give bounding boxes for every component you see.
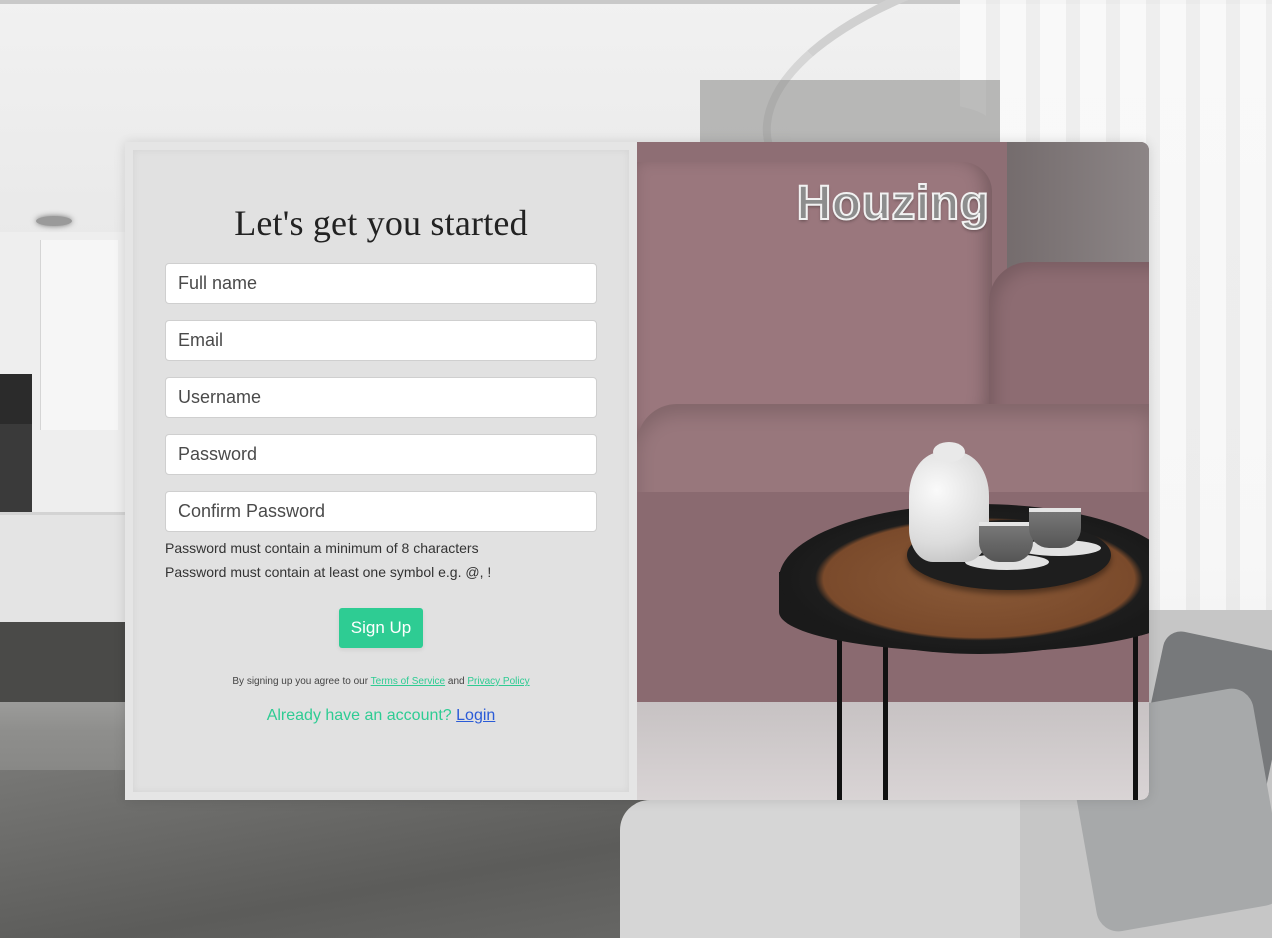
full-name-input[interactable] (165, 263, 597, 304)
hero-teapot (909, 452, 989, 562)
background-ceiling-light (36, 216, 72, 226)
confirm-password-input[interactable] (165, 491, 597, 532)
terms-prefix: By signing up you agree to our (232, 676, 369, 687)
hero-table-leg (837, 622, 842, 800)
background-counter-base (0, 622, 125, 702)
terms-notice: By signing up you agree to our Terms of … (232, 676, 529, 687)
password-input[interactable] (165, 434, 597, 475)
hero-floor-rug (637, 702, 1149, 800)
email-input[interactable] (165, 320, 597, 361)
hero-teacup (979, 522, 1033, 562)
login-link[interactable]: Login (456, 707, 495, 724)
password-hints: Password must contain a minimum of 8 cha… (165, 536, 597, 584)
background-oven (0, 424, 32, 512)
password-hint-symbol: Password must contain at least one symbo… (165, 564, 492, 580)
signup-form-panel: Let's get you started Password must cont… (125, 142, 637, 800)
hero-image-panel: Houzing (637, 142, 1149, 800)
signup-form: Let's get you started Password must cont… (133, 150, 629, 792)
login-prompt: Already have an account? (266, 707, 452, 724)
hero-teapot-lid (933, 442, 965, 462)
hero-teacup (1029, 508, 1081, 548)
background-oven-top (0, 374, 32, 426)
login-prompt-line: Already have an account? Login (267, 707, 496, 725)
sign-up-button[interactable]: Sign Up (339, 608, 423, 648)
background-cabinet-door (40, 240, 118, 430)
password-hint-length: Password must contain a minimum of 8 cha… (165, 540, 479, 556)
privacy-policy-link[interactable]: Privacy Policy (467, 676, 529, 687)
hero-table-leg (883, 642, 888, 800)
background-curtain (700, 80, 1000, 150)
terms-of-service-link[interactable]: Terms of Service (371, 676, 445, 687)
brand-logo-text: Houzing (796, 176, 990, 231)
hero-table-leg (1133, 632, 1138, 800)
signup-card: Let's get you started Password must cont… (125, 142, 1149, 800)
form-title: Let's get you started (234, 203, 528, 243)
terms-conjunction: and (447, 676, 465, 687)
username-input[interactable] (165, 377, 597, 418)
background-counter (0, 512, 125, 622)
